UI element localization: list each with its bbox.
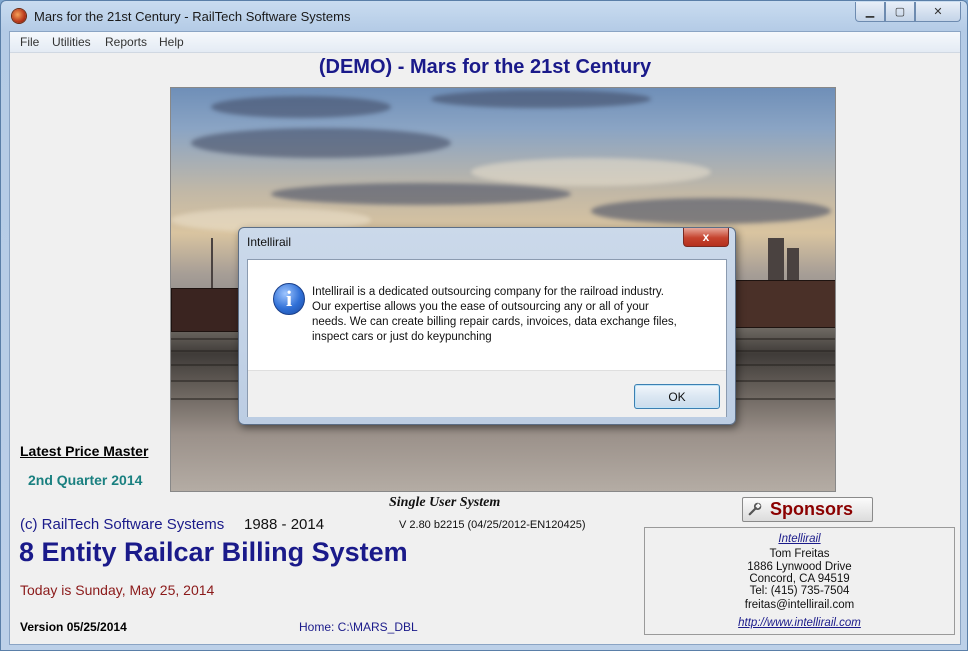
dialog-body: i Intellirail is a dedicated outsourcing… bbox=[247, 259, 727, 417]
build-version-label: V 2.80 b2215 (04/25/2012-EN120425) bbox=[399, 519, 586, 531]
today-date-label: Today is Sunday, May 25, 2014 bbox=[20, 582, 215, 598]
dialog-message: Intellirail is a dedicated outsourcing c… bbox=[312, 286, 677, 343]
intellirail-dialog: Intellirail x i Intellirail is a dedicat… bbox=[238, 227, 736, 425]
dialog-footer: OK bbox=[248, 370, 726, 417]
menu-utilities[interactable]: Utilities bbox=[52, 35, 91, 49]
latest-price-master-link[interactable]: Latest Price Master bbox=[20, 443, 148, 459]
maximize-icon: ▢ bbox=[894, 6, 906, 18]
title-bar[interactable]: Mars for the 21st Century - RailTech Sof… bbox=[1, 1, 967, 31]
minimize-icon: ▁ bbox=[865, 6, 875, 18]
years-label: 1988 - 2014 bbox=[244, 516, 325, 533]
window-title: Mars for the 21st Century - RailTech Sof… bbox=[34, 9, 351, 24]
menu-bar: File Utilities Reports Help bbox=[10, 32, 960, 53]
sponsor-email: freitas@intellirail.com bbox=[744, 599, 855, 611]
home-path-label: Home: C:\MARS_DBL bbox=[299, 620, 418, 634]
sponsor-info-box: Intellirail Tom Freitas 1886 Lynwood Dri… bbox=[644, 527, 955, 635]
menu-reports[interactable]: Reports bbox=[105, 35, 147, 49]
close-button[interactable]: ✕ bbox=[915, 2, 961, 22]
menu-help[interactable]: Help bbox=[159, 35, 184, 49]
quarter-label: 2nd Quarter 2014 bbox=[28, 472, 143, 488]
sponsor-name-link[interactable]: Intellirail bbox=[778, 533, 820, 545]
single-user-label: Single User System bbox=[389, 495, 501, 510]
close-icon: ✕ bbox=[933, 6, 943, 18]
maximize-button[interactable]: ▢ bbox=[885, 2, 915, 22]
sponsors-button[interactable]: Sponsors bbox=[742, 497, 873, 522]
app-icon[interactable] bbox=[12, 9, 26, 23]
version-date-label: Version 05/25/2014 bbox=[20, 620, 127, 634]
sponsor-phone: Tel: (415) 735-7504 bbox=[749, 585, 850, 597]
sponsor-website-link[interactable]: http://www.intellirail.com bbox=[738, 617, 861, 629]
wrench-icon bbox=[748, 502, 762, 516]
system-title: 8 Entity Railcar Billing System bbox=[19, 537, 408, 567]
menu-file[interactable]: File bbox=[20, 35, 39, 49]
copyright-label: (c) RailTech Software Systems bbox=[20, 516, 225, 533]
sponsor-address-2: Concord, CA 94519 bbox=[749, 573, 850, 585]
sponsors-label: Sponsors bbox=[770, 499, 854, 519]
dialog-close-button[interactable]: x bbox=[683, 228, 729, 247]
info-icon: i bbox=[273, 283, 305, 315]
page-title: (DEMO) - Mars for the 21st Century bbox=[318, 56, 652, 78]
minimize-button[interactable]: ▁ bbox=[855, 2, 885, 22]
dialog-title: Intellirail bbox=[247, 235, 292, 249]
ok-button[interactable]: OK bbox=[634, 384, 720, 409]
sponsor-contact: Tom Freitas bbox=[769, 548, 830, 560]
caption-buttons: ▁ ▢ ✕ bbox=[855, 2, 961, 22]
sponsor-address-1: 1886 Lynwood Drive bbox=[747, 561, 852, 573]
close-icon: x bbox=[702, 230, 710, 244]
